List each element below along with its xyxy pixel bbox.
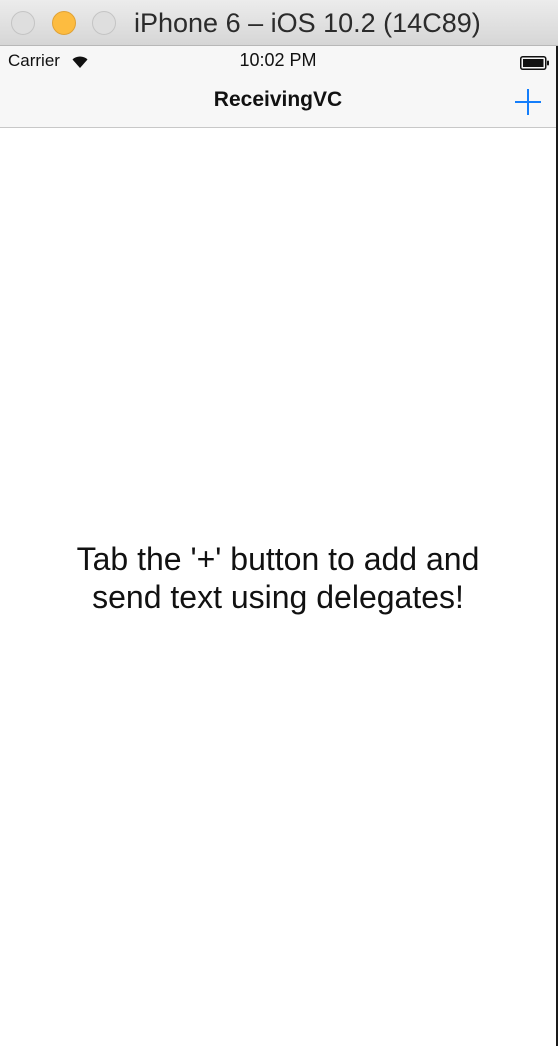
status-time: 10:02 PM <box>239 50 317 70</box>
instruction-line-2: send text using delegates! <box>92 579 464 615</box>
nav-title: ReceivingVC <box>213 88 343 111</box>
window-title: iPhone 6 – iOS 10.2 (14C89) <box>134 8 481 38</box>
simulator-window: iPhone 6 – iOS 10.2 (14C89) Carrier 10:0… <box>0 0 558 1046</box>
add-button[interactable] <box>508 82 548 122</box>
instruction-line-1: Tab the '+' button to add and <box>76 541 480 577</box>
plus-icon <box>515 89 541 115</box>
window-titlebar: iPhone 6 – iOS 10.2 (14C89) <box>0 0 558 46</box>
battery-icon <box>520 56 549 70</box>
instruction-label: Tab the '+' button to add and send text … <box>0 540 556 616</box>
navigation-bar: ReceivingVC <box>0 80 556 128</box>
device-screen: Carrier 10:02 PM ReceivingVC Tab the '+'… <box>0 46 558 1046</box>
zoom-window-button[interactable] <box>92 11 116 35</box>
main-content: Tab the '+' button to add and send text … <box>0 128 556 1046</box>
status-bar: Carrier 10:02 PM <box>0 46 556 80</box>
minimize-window-button[interactable] <box>52 11 76 35</box>
close-window-button[interactable] <box>11 11 35 35</box>
